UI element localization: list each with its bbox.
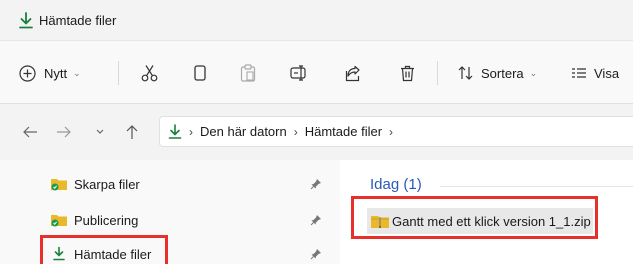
breadcrumb-separator-icon: › [389, 124, 394, 139]
arrow-left-icon [23, 126, 37, 138]
breadcrumb-separator-icon: › [189, 124, 193, 139]
rename-icon [290, 65, 306, 81]
pin-icon[interactable] [310, 214, 322, 226]
address-field[interactable]: › Den här datorn › Hämtade filer › [159, 116, 633, 147]
pin-icon[interactable] [310, 178, 322, 190]
address-bar-row: › Den här datorn › Hämtade filer › [0, 104, 633, 160]
sidebar-item-publicering[interactable]: Publicering [50, 208, 138, 232]
download-icon [168, 123, 182, 139]
back-button[interactable] [20, 122, 40, 142]
copy-icon [194, 65, 206, 81]
breadcrumb-separator-icon: › [293, 124, 298, 139]
chevron-down-icon: ⌄ [73, 67, 81, 78]
cut-button[interactable] [141, 41, 158, 105]
toolbar-divider [118, 61, 119, 85]
paste-button[interactable] [240, 41, 256, 105]
view-button-label: Visa [594, 65, 620, 81]
highlight-box [40, 235, 168, 264]
forward-button[interactable] [54, 122, 74, 142]
up-button[interactable] [122, 122, 142, 142]
arrow-right-icon [57, 126, 71, 138]
window-title: Hämtade filer [39, 13, 117, 28]
breadcrumb-this-pc[interactable]: Den här datorn [200, 124, 287, 139]
download-icon [19, 12, 33, 29]
sort-button[interactable]: Sortera ⌄ [458, 41, 537, 105]
highlight-box [351, 196, 598, 239]
pin-icon[interactable] [310, 248, 322, 260]
new-button-label: Nytt [44, 65, 68, 81]
sidebar-item-skarpa-filer[interactable]: Skarpa filer [50, 172, 140, 196]
sidebar-item-label: Publicering [74, 212, 139, 228]
chevron-down-icon: ⌄ [529, 67, 538, 78]
recent-locations-button[interactable] [90, 122, 110, 142]
view-list-icon [572, 68, 586, 78]
command-bar: Nytt ⌄ Sortera ⌄ Visa [0, 40, 633, 104]
rename-button[interactable] [290, 41, 308, 105]
trash-icon [401, 65, 414, 81]
group-divider [440, 186, 633, 187]
share-icon [345, 65, 360, 81]
share-button[interactable] [345, 41, 362, 105]
view-button[interactable]: Visa [571, 41, 619, 105]
paste-icon [240, 64, 256, 82]
plus-circle-icon [19, 64, 36, 82]
arrow-up-icon [126, 125, 138, 139]
delete-button[interactable] [400, 41, 415, 105]
copy-button[interactable] [193, 41, 207, 105]
breadcrumb-downloads[interactable]: Hämtade filer [305, 124, 382, 139]
chevron-down-icon [96, 129, 104, 134]
sort-icon [458, 66, 473, 80]
sort-button-label: Sortera [481, 65, 524, 81]
group-header-today[interactable]: Idag (1) [370, 176, 422, 193]
folder-sync-icon [51, 179, 67, 191]
folder-sync-icon [51, 215, 67, 227]
new-button[interactable]: Nytt ⌄ [19, 41, 81, 105]
scissors-icon [141, 65, 158, 82]
title-bar: Hämtade filer [0, 0, 633, 40]
toolbar-divider [437, 61, 438, 85]
sidebar-item-label: Skarpa filer [74, 176, 140, 192]
